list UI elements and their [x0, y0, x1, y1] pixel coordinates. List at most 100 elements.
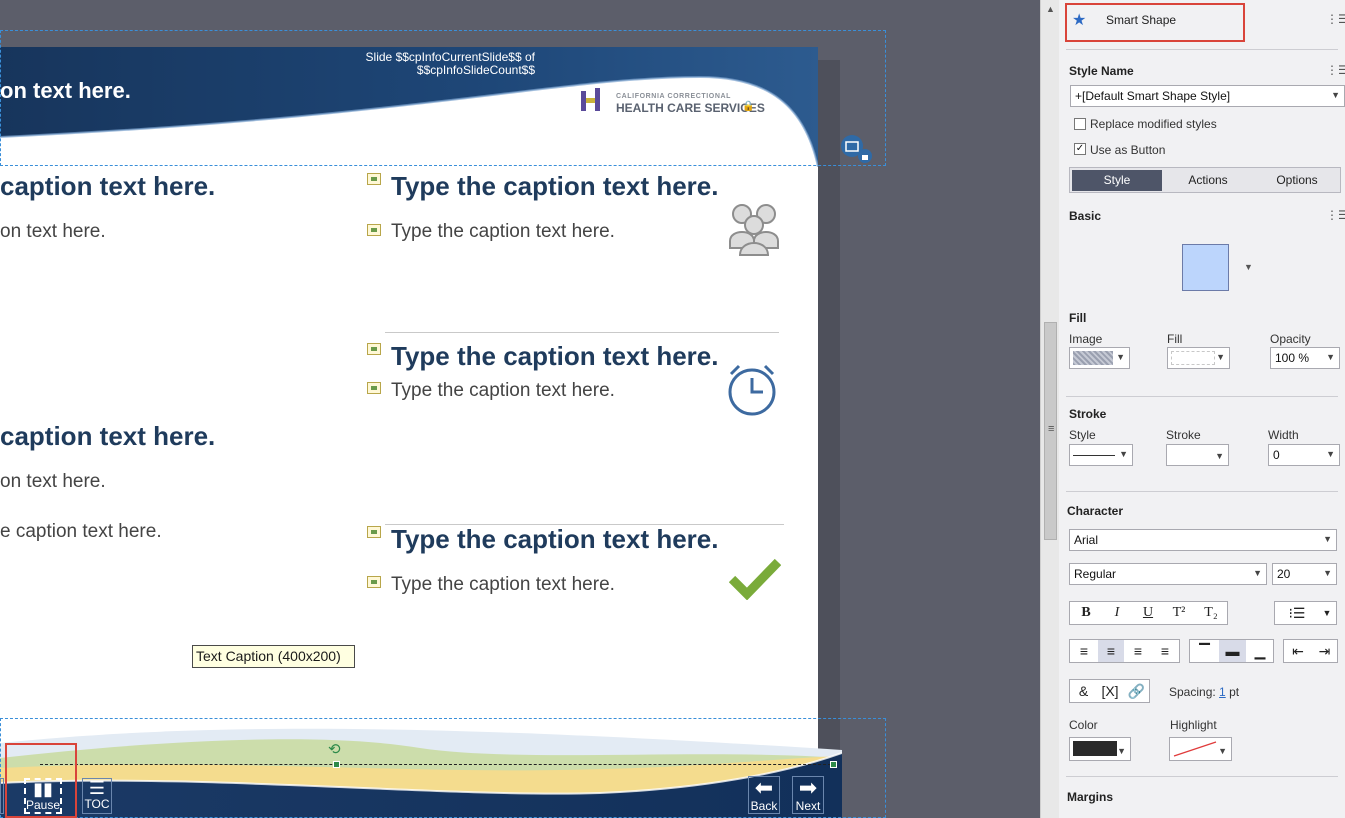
panel-menu-icon[interactable]: ⋮☰ [1326, 12, 1345, 26]
use-as-button-checkbox[interactable]: ✓ [1074, 143, 1086, 155]
fill-color-swatch [1171, 351, 1215, 365]
resize-handle[interactable] [830, 761, 837, 768]
stroke-style-label: Style [1069, 428, 1096, 442]
tab-actions[interactable]: Actions [1164, 170, 1252, 191]
separator [1066, 776, 1338, 777]
property-tabs: Style Actions Options [1069, 167, 1341, 193]
next-button-label: Next [795, 799, 821, 813]
stroke-style-dropdown[interactable]: ▼ [1069, 444, 1133, 466]
next-button[interactable]: ➡ Next [792, 776, 824, 814]
stroke-width-dropdown[interactable]: 0 ▼ [1268, 444, 1340, 466]
chevron-down-icon[interactable]: ▼ [1244, 262, 1253, 272]
spacing-value[interactable]: 1 [1219, 685, 1226, 699]
subscript-icon[interactable]: T₂ [1196, 602, 1226, 624]
scroll-up-arrow-icon[interactable]: ▲ [1046, 4, 1055, 14]
properties-panel: ★ Smart Shape ⋮☰ Style Name ⋮☰ +[Default… [1059, 0, 1345, 818]
people-group-icon [729, 204, 779, 256]
left-caption-heading-1[interactable]: caption text here. [0, 171, 215, 202]
hyperlink-icon[interactable]: 🔗 [1124, 680, 1149, 702]
toc-button[interactable]: ☰ TOC [82, 778, 112, 814]
separator [1066, 491, 1338, 492]
vertical-scrollbar[interactable]: ▲ ≡ [1040, 0, 1059, 818]
bullet-list-dropdown[interactable]: ⁝☰ ▼ [1274, 601, 1337, 625]
highlight-label: Highlight [1170, 718, 1217, 732]
indent-group: ⇤ ⇥ [1283, 639, 1338, 663]
font-style-dropdown[interactable]: Regular ▼ [1069, 563, 1267, 585]
back-button[interactable]: ⬅ Back [748, 776, 780, 814]
left-caption-body-2[interactable]: on text here. [0, 471, 106, 493]
scrollbar-thumb[interactable]: ≡ [1044, 322, 1057, 540]
bold-icon[interactable]: B [1072, 602, 1100, 624]
list-icon: ☰ [88, 778, 106, 798]
back-button-label: Back [750, 799, 778, 813]
right-caption-heading-2[interactable]: Type the caption text here. [391, 341, 718, 372]
stroke-color-dropdown[interactable]: ▼ [1166, 444, 1229, 466]
left-caption-body-1[interactable]: on text here. [0, 221, 106, 243]
vertical-alignment-group: ▔ ▬ ▁ [1189, 639, 1274, 663]
style-menu-icon[interactable]: ⋮☰ [1326, 63, 1345, 77]
style-name-dropdown[interactable]: +[Default Smart Shape Style] ▼ [1070, 85, 1345, 107]
right-caption-body-3[interactable]: Type the caption text here. [391, 574, 615, 596]
align-justify-icon[interactable]: ≡ [1152, 640, 1178, 662]
left-caption-heading-2[interactable]: caption text here. [0, 421, 215, 452]
chevron-down-icon: ▼ [1253, 568, 1262, 578]
tab-style[interactable]: Style [1072, 170, 1162, 191]
font-size-dropdown[interactable]: 20 ▼ [1272, 563, 1337, 585]
shape-bounding-line [40, 764, 836, 765]
rotate-handle-icon[interactable]: ⟲ [328, 740, 341, 758]
right-caption-heading-3[interactable]: Type the caption text here. [391, 524, 718, 555]
align-bottom-icon[interactable]: ▁ [1247, 640, 1273, 662]
spacing-field[interactable]: Spacing: 1 pt [1169, 685, 1239, 699]
star-icon: ★ [1072, 12, 1087, 29]
highlight-color-picker[interactable]: ▼ [1169, 737, 1232, 761]
insert-symbol-icon[interactable]: & [1071, 680, 1096, 702]
no-color-icon [1173, 741, 1217, 757]
style-name-value: +[Default Smart Shape Style] [1075, 89, 1231, 103]
stroke-section-label: Stroke [1069, 407, 1107, 421]
text-color-picker[interactable]: ▼ [1069, 737, 1131, 761]
fill-color-dropdown[interactable]: ▼ [1167, 347, 1230, 369]
caption-marker-icon [367, 224, 381, 236]
align-top-icon[interactable]: ▔ [1191, 640, 1218, 662]
fill-section-label: Fill [1069, 311, 1087, 325]
caption-marker-icon [367, 173, 381, 185]
margins-section-label: Margins [1067, 790, 1114, 804]
chevron-down-icon: ▼ [1216, 352, 1225, 362]
tab-options[interactable]: Options [1254, 170, 1340, 191]
font-family-dropdown[interactable]: Arial ▼ [1069, 529, 1337, 551]
align-center-icon[interactable]: ≡ [1098, 640, 1124, 662]
chevron-down-icon: ▼ [1119, 449, 1128, 459]
stroke-width-label: Width [1268, 428, 1299, 442]
stage-canvas: on text here. Slide $$cpInfoCurrentSlide… [0, 0, 1040, 818]
replace-modified-styles-checkbox[interactable] [1074, 118, 1086, 130]
align-middle-icon[interactable]: ▬ [1219, 640, 1246, 662]
align-right-icon[interactable]: ≡ [1125, 640, 1151, 662]
font-family-value: Arial [1074, 533, 1099, 547]
indent-icon[interactable]: ⇥ [1312, 640, 1337, 662]
opacity-dropdown[interactable]: 100 % ▼ [1270, 347, 1340, 369]
right-caption-body-2[interactable]: Type the caption text here. [391, 380, 615, 402]
fill-image-dropdown[interactable]: ▼ [1069, 347, 1130, 369]
right-caption-body-1[interactable]: Type the caption text here. [391, 221, 615, 243]
superscript-icon[interactable]: T² [1165, 602, 1193, 624]
shape-preview-swatch[interactable] [1182, 244, 1229, 291]
master-lock-icon[interactable] [838, 134, 876, 164]
resize-handle[interactable] [333, 761, 340, 768]
font-style-value: Regular [1074, 567, 1117, 581]
slide-shadow [818, 60, 840, 818]
caption-marker-icon [367, 382, 381, 394]
left-caption-body-3[interactable]: e caption text here. [0, 521, 162, 543]
basic-menu-icon[interactable]: ⋮☰ [1326, 208, 1345, 222]
alarm-clock-icon [728, 364, 776, 416]
insert-variable-icon[interactable]: [X] [1097, 680, 1123, 702]
underline-icon[interactable]: U [1134, 602, 1162, 624]
arrow-left-icon: ⬅ [754, 775, 774, 800]
right-caption-heading-1[interactable]: Type the caption text here. [391, 171, 718, 202]
line-style-swatch [1073, 455, 1115, 456]
italic-icon[interactable]: I [1103, 602, 1131, 624]
replace-modified-styles-label: Replace modified styles [1090, 117, 1217, 131]
footer-button-partial[interactable] [0, 778, 4, 814]
align-left-icon[interactable]: ≡ [1071, 640, 1097, 662]
outdent-icon[interactable]: ⇤ [1285, 640, 1311, 662]
color-label: Color [1069, 718, 1098, 732]
